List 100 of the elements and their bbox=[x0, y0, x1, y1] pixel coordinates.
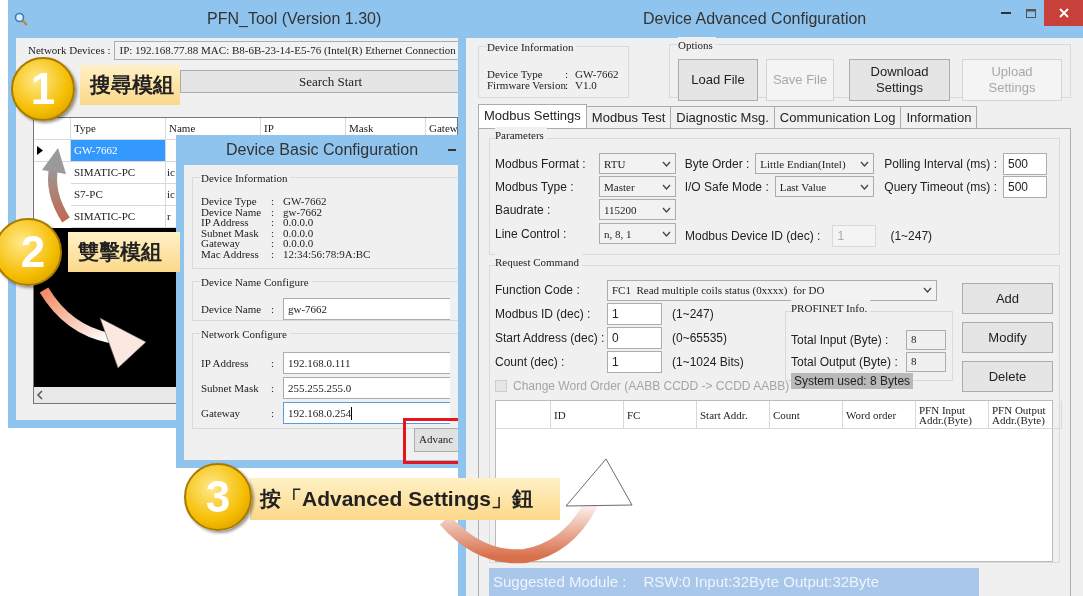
info-label: Firmware Version bbox=[487, 80, 565, 91]
dropdown[interactable]: n, 8, 1 bbox=[599, 223, 676, 244]
output-field: 8 bbox=[906, 330, 946, 350]
tab[interactable]: Communication Log bbox=[773, 105, 902, 128]
checkbox-label: Change Word Order (AABB CCDD -> CCDD AABB) bbox=[513, 378, 790, 394]
chevron-down-icon bbox=[662, 230, 671, 237]
dropdown[interactable]: FC1 Read multiple coils status (0xxxx) for DO bbox=[607, 279, 937, 301]
close-icon bbox=[1058, 8, 1069, 18]
minimize-icon bbox=[1001, 12, 1011, 14]
column-header[interactable]: PFN Output Addr.(Byte) bbox=[989, 401, 1062, 429]
separator: : bbox=[271, 406, 276, 421]
minimize-icon bbox=[448, 149, 456, 151]
field-label: Function Code : bbox=[495, 282, 581, 298]
input-field[interactable]: 192.168.0.111 bbox=[283, 352, 450, 374]
range-hint: (0~65535) bbox=[672, 330, 728, 346]
input-field[interactable]: 1 bbox=[607, 303, 662, 325]
chevron-down-icon bbox=[860, 160, 870, 167]
action-button[interactable]: Add bbox=[962, 283, 1053, 314]
field-label: Modbus Format : bbox=[495, 155, 587, 172]
separator: : bbox=[271, 206, 276, 217]
column-header[interactable]: Start Addr. bbox=[697, 401, 770, 429]
chevron-down-icon bbox=[923, 287, 932, 293]
dropdown[interactable]: Master bbox=[599, 176, 676, 197]
device-name-field[interactable]: gw-7662 bbox=[283, 298, 450, 320]
field-label: Line Control : bbox=[495, 225, 568, 242]
status-text: System used: 8 Bytes bbox=[791, 373, 914, 389]
status-label: Suggested Module : bbox=[493, 571, 627, 592]
action-button[interactable]: Modify bbox=[962, 322, 1053, 353]
separator: : bbox=[271, 302, 276, 317]
tab[interactable]: Diagnostic Msg. bbox=[670, 105, 775, 128]
option-button[interactable]: Download Settings bbox=[849, 59, 950, 101]
chevron-down-icon bbox=[860, 183, 870, 190]
column-header[interactable]: Count bbox=[770, 401, 843, 429]
group-title: Options bbox=[678, 37, 716, 53]
info-value: V1.0 bbox=[575, 80, 597, 91]
info-label: Subnet Mask bbox=[201, 227, 260, 238]
field-label: Device Name bbox=[201, 302, 263, 317]
input-field[interactable]: 192.168.0.254 bbox=[283, 402, 450, 424]
separator: : bbox=[271, 356, 276, 371]
info-value: 0.0.0.0 bbox=[283, 238, 314, 249]
info-value: 0.0.0.0 bbox=[283, 217, 314, 228]
dropdown[interactable]: Little Endian(Intel) bbox=[755, 153, 875, 174]
advanced-button[interactable]: Advanc bbox=[414, 428, 458, 452]
info-label: IP Address bbox=[201, 217, 250, 228]
separator: : bbox=[565, 69, 570, 80]
input-field[interactable]: 1 bbox=[607, 351, 662, 373]
action-button[interactable]: Delete bbox=[962, 361, 1053, 392]
dropdown[interactable]: RTU bbox=[599, 153, 676, 174]
chevron-down-icon bbox=[662, 206, 671, 213]
maximize-icon bbox=[1026, 8, 1036, 18]
dropdown[interactable]: 115200 bbox=[599, 199, 676, 220]
network-dropdown[interactable]: IP: 192.168.77.88 MAC: B8-6B-23-14-E5-76 (Intel(R) Ethernet Connection bbox=[114, 41, 458, 60]
field-label: Total Input (Byte) : bbox=[791, 332, 889, 348]
input-field[interactable]: 500 bbox=[1003, 175, 1047, 198]
table-cell: GW-7662 bbox=[71, 140, 166, 162]
column-header[interactable]: ID bbox=[551, 401, 624, 429]
magnifier-icon bbox=[14, 12, 28, 26]
field-label: Query Timeout (ms) : bbox=[884, 178, 997, 195]
column-header[interactable]: Word order bbox=[843, 401, 916, 429]
input-field[interactable]: 500 bbox=[1003, 152, 1047, 175]
option-button[interactable]: Load File bbox=[678, 59, 758, 101]
range-hint: (1~247) bbox=[672, 306, 714, 322]
output-field: 8 bbox=[906, 352, 946, 372]
input-field[interactable]: 0 bbox=[607, 327, 662, 349]
header-corner bbox=[496, 401, 551, 429]
field-label: Count (dec) : bbox=[495, 354, 566, 370]
info-value: 12:34:56:78:9A:BC bbox=[283, 248, 371, 259]
column-header[interactable]: FC bbox=[624, 401, 697, 429]
field-label: IP Address bbox=[201, 356, 250, 371]
close-button[interactable] bbox=[1044, 0, 1083, 26]
range-hint: (1~1024 Bits) bbox=[672, 354, 744, 370]
tab[interactable]: Information bbox=[900, 105, 978, 128]
tab[interactable]: Modbus Settings bbox=[478, 103, 587, 128]
info-label: Device Type bbox=[201, 196, 258, 207]
dropdown[interactable]: Last Value bbox=[774, 176, 875, 197]
search-button[interactable]: Search Start bbox=[180, 70, 458, 93]
field-label: Subnet Mask bbox=[201, 381, 260, 396]
row-pointer-icon bbox=[37, 146, 43, 155]
separator: : bbox=[271, 248, 276, 259]
separator: : bbox=[565, 80, 570, 91]
field-label: Network Devices : bbox=[28, 43, 111, 59]
info-label: Gateway bbox=[201, 238, 242, 249]
separator: : bbox=[271, 196, 276, 207]
window-title: Device Advanced Configuration bbox=[643, 9, 867, 29]
window-title: PFN_Tool (Version 1.30) bbox=[207, 9, 382, 29]
field-label: Start Address (dec) : bbox=[495, 330, 606, 346]
input-field: 1 bbox=[832, 224, 877, 247]
callout-label: 搜尋模組 bbox=[80, 65, 180, 105]
separator: : bbox=[271, 217, 276, 228]
field-label: Polling Interval (ms) : bbox=[884, 155, 997, 172]
separator: : bbox=[271, 238, 276, 249]
callout-label: 按「Advanced Settings」鈕 bbox=[250, 478, 560, 520]
range-hint: (1~247) bbox=[890, 227, 933, 244]
callout-label: 雙擊模組 bbox=[68, 232, 180, 272]
input-field[interactable]: 255.255.255.0 bbox=[283, 377, 450, 399]
field-label: Byte Order : bbox=[684, 155, 750, 172]
status-value: RSW:0 Input:32Byte Output:32Byte bbox=[643, 571, 880, 592]
field-label: Baudrate : bbox=[495, 201, 552, 218]
field-label: Modbus ID (dec) : bbox=[495, 306, 592, 322]
column-header[interactable]: PFN Input Addr.(Byte) bbox=[916, 401, 989, 429]
